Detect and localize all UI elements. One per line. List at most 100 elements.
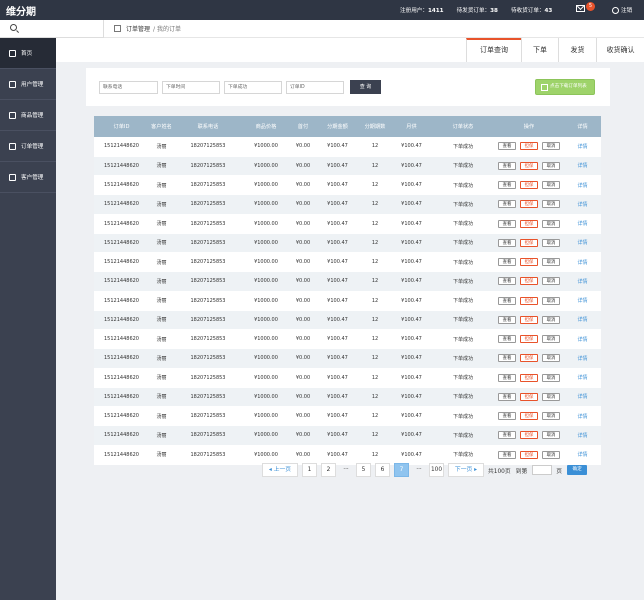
guarantee-button[interactable]: 担保 xyxy=(520,431,538,440)
guarantee-button[interactable]: 担保 xyxy=(520,373,538,382)
cancel-button[interactable]: 取消 xyxy=(542,354,560,363)
detail-link[interactable]: 详情 xyxy=(564,291,601,311)
guarantee-button[interactable]: 担保 xyxy=(520,142,538,151)
detail-link[interactable]: 详情 xyxy=(564,233,601,254)
cancel-button[interactable]: 取消 xyxy=(542,219,560,228)
detail-link[interactable]: 详情 xyxy=(564,310,601,331)
view-button[interactable]: 查看 xyxy=(498,200,516,209)
detail-link[interactable]: 详情 xyxy=(564,271,601,292)
view-button[interactable]: 查看 xyxy=(498,450,516,459)
search-button[interactable] xyxy=(0,20,104,38)
page-1[interactable]: 1 xyxy=(302,463,317,477)
cell-amount: ¥100.47 xyxy=(316,387,359,408)
tab-place-order[interactable]: 下单 xyxy=(521,38,558,62)
view-button[interactable]: 查看 xyxy=(498,219,516,228)
tab-receive-confirm[interactable]: 收货确认 xyxy=(596,38,644,62)
page-7-current[interactable]: 7 xyxy=(394,463,409,477)
page-input[interactable] xyxy=(532,465,553,475)
cancel-button[interactable]: 取消 xyxy=(542,296,560,305)
cancel-button[interactable]: 取消 xyxy=(542,412,560,421)
cancel-button[interactable]: 取消 xyxy=(542,431,560,440)
detail-link[interactable]: 详情 xyxy=(564,214,601,234)
cancel-button[interactable]: 取消 xyxy=(542,277,560,286)
tab-ship[interactable]: 发货 xyxy=(558,38,596,62)
logout-button[interactable]: 注销 xyxy=(612,6,632,14)
detail-link[interactable]: 详情 xyxy=(564,445,601,465)
sidebar-item-home[interactable]: 首页 xyxy=(0,38,56,69)
view-button[interactable]: 查看 xyxy=(498,296,516,305)
cancel-button[interactable]: 取消 xyxy=(542,181,560,190)
view-button[interactable]: 查看 xyxy=(498,373,516,382)
cancel-button[interactable]: 取消 xyxy=(542,335,560,344)
view-button[interactable]: 查看 xyxy=(498,142,516,151)
cancel-button[interactable]: 取消 xyxy=(542,161,560,170)
view-button[interactable]: 查看 xyxy=(498,238,516,247)
view-button[interactable]: 查看 xyxy=(498,431,516,440)
next-page-button[interactable]: 下一页 ▸ xyxy=(448,463,484,477)
breadcrumb-section[interactable]: 订单管理 xyxy=(126,24,150,33)
view-button[interactable]: 查看 xyxy=(498,258,516,267)
order-id-filter[interactable]: 订单ID xyxy=(286,81,344,94)
goto-confirm-button[interactable]: 确定 xyxy=(567,465,588,475)
detail-link[interactable]: 详情 xyxy=(564,175,601,196)
cancel-button[interactable]: 取消 xyxy=(542,450,560,459)
cancel-button[interactable]: 取消 xyxy=(542,142,560,151)
guarantee-button[interactable]: 担保 xyxy=(520,219,538,228)
view-button[interactable]: 查看 xyxy=(498,335,516,344)
detail-link[interactable]: 详情 xyxy=(564,194,601,215)
cancel-button[interactable]: 取消 xyxy=(542,315,560,324)
detail-link[interactable]: 详情 xyxy=(564,425,601,446)
guarantee-button[interactable]: 担保 xyxy=(520,200,538,209)
query-button[interactable]: 查 询 xyxy=(350,80,381,94)
tab-order-query[interactable]: 订单查询 xyxy=(466,38,521,62)
detail-link[interactable]: 详情 xyxy=(564,329,601,350)
detail-link[interactable]: 详情 xyxy=(564,252,601,273)
guarantee-button[interactable]: 担保 xyxy=(520,161,538,170)
guarantee-button[interactable]: 担保 xyxy=(520,412,538,421)
cancel-button[interactable]: 取消 xyxy=(542,238,560,247)
cancel-button[interactable]: 取消 xyxy=(542,200,560,209)
view-button[interactable]: 查看 xyxy=(498,181,516,190)
guarantee-button[interactable]: 担保 xyxy=(520,181,538,190)
cancel-button[interactable]: 取消 xyxy=(542,258,560,267)
detail-link[interactable]: 详情 xyxy=(564,348,601,369)
sidebar-item-goods[interactable]: 商品管理 xyxy=(0,100,56,131)
order-time-filter[interactable]: 下单时间 xyxy=(162,81,220,94)
detail-link[interactable]: 详情 xyxy=(564,137,601,157)
guarantee-button[interactable]: 担保 xyxy=(520,450,538,459)
detail-link[interactable]: 详情 xyxy=(564,368,601,388)
view-button[interactable]: 查看 xyxy=(498,392,516,401)
view-button[interactable]: 查看 xyxy=(498,315,516,324)
detail-link[interactable]: 详情 xyxy=(564,156,601,177)
detail-link[interactable]: 详情 xyxy=(564,406,601,427)
status-filter[interactable]: 下单成功 xyxy=(224,81,282,94)
view-button[interactable]: 查看 xyxy=(498,412,516,421)
mail-icon[interactable] xyxy=(576,5,585,12)
cancel-button[interactable]: 取消 xyxy=(542,373,560,382)
export-button[interactable]: 点击下载订单列表 xyxy=(535,79,595,95)
detail-link[interactable]: 详情 xyxy=(564,387,601,408)
phone-filter[interactable]: 联系电话 xyxy=(99,81,158,94)
guarantee-button[interactable]: 担保 xyxy=(520,238,538,247)
guarantee-button[interactable]: 担保 xyxy=(520,335,538,344)
guarantee-button[interactable]: 担保 xyxy=(520,354,538,363)
page-6[interactable]: 6 xyxy=(375,463,390,477)
sidebar-item-customers[interactable]: 客户管理 xyxy=(0,162,56,193)
guarantee-button[interactable]: 担保 xyxy=(520,392,538,401)
guarantee-button[interactable]: 担保 xyxy=(520,315,538,324)
guarantee-button[interactable]: 担保 xyxy=(520,258,538,267)
view-button[interactable]: 查看 xyxy=(498,161,516,170)
page-2[interactable]: 2 xyxy=(321,463,336,477)
page-5[interactable]: 5 xyxy=(356,463,371,477)
view-button[interactable]: 查看 xyxy=(498,354,516,363)
cell-amount: ¥100.47 xyxy=(316,252,359,273)
sidebar-item-users[interactable]: 用户管理 xyxy=(0,69,56,100)
guarantee-button[interactable]: 担保 xyxy=(520,296,538,305)
prev-page-button[interactable]: ◂ 上一页 xyxy=(262,463,298,477)
page-100[interactable]: 100 xyxy=(429,463,444,477)
sidebar-item-orders[interactable]: 订单管理 xyxy=(0,131,56,162)
guarantee-button[interactable]: 担保 xyxy=(520,277,538,286)
column-header: 月供 xyxy=(406,124,417,130)
cancel-button[interactable]: 取消 xyxy=(542,392,560,401)
view-button[interactable]: 查看 xyxy=(498,277,516,286)
